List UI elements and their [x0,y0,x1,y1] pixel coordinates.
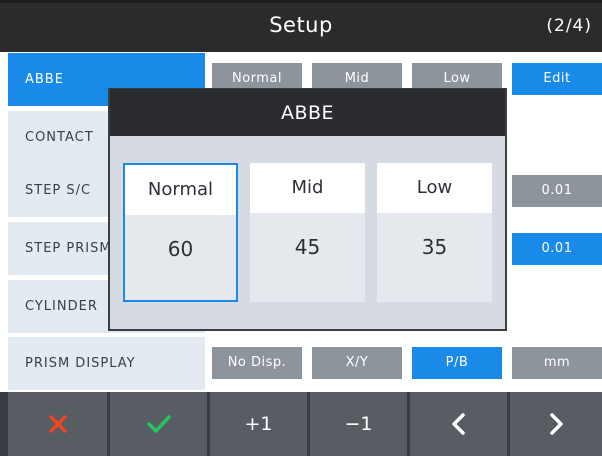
confirm-button[interactable] [110,392,207,456]
abbe-choice-mid-label: Mid [250,163,365,213]
cancel-button[interactable] [8,392,107,456]
abbe-option-edit[interactable]: Edit [512,63,602,95]
abbe-choice-normal[interactable]: Normal 60 [123,163,238,302]
page-title: Setup [269,13,333,37]
step-sc-value[interactable]: 0.01 [512,175,602,207]
abbe-choice-normal-value: 60 [167,237,194,261]
abbe-choice-mid-value: 45 [294,235,321,259]
abbe-choice-normal-label: Normal [125,165,236,215]
abbe-choice-low-value: 35 [421,235,448,259]
setting-label-prism-display[interactable]: PRISM DISPLAY [8,337,205,390]
confirm-icon [146,415,171,433]
abbe-choice-low-label: Low [377,163,492,213]
bottom-toolbar: +1 −1 [0,392,602,456]
step-prism-value[interactable]: 0.01 [512,233,602,265]
abbe-dialog-title: ABBE [110,89,505,136]
increment-button[interactable]: +1 [210,392,307,456]
page-indicator: (2/4) [546,16,592,36]
header-bar: Setup (2/4) [0,0,602,52]
abbe-choice-low[interactable]: Low 35 [377,163,492,302]
abbe-choice-mid[interactable]: Mid 45 [250,163,365,302]
previous-button[interactable] [410,392,507,456]
prism-display-option-pb[interactable]: P/B [412,347,502,379]
prism-display-option-no-disp[interactable]: No Disp. [212,347,302,379]
next-button[interactable] [510,392,602,456]
prism-display-option-xy[interactable]: X/Y [312,347,402,379]
decrement-button[interactable]: −1 [310,392,407,456]
cancel-icon [48,415,67,433]
chevron-left-icon [451,413,465,435]
chevron-right-icon [550,413,563,435]
header-top-border [0,0,602,3]
prism-display-option-mm[interactable]: mm [512,347,602,379]
